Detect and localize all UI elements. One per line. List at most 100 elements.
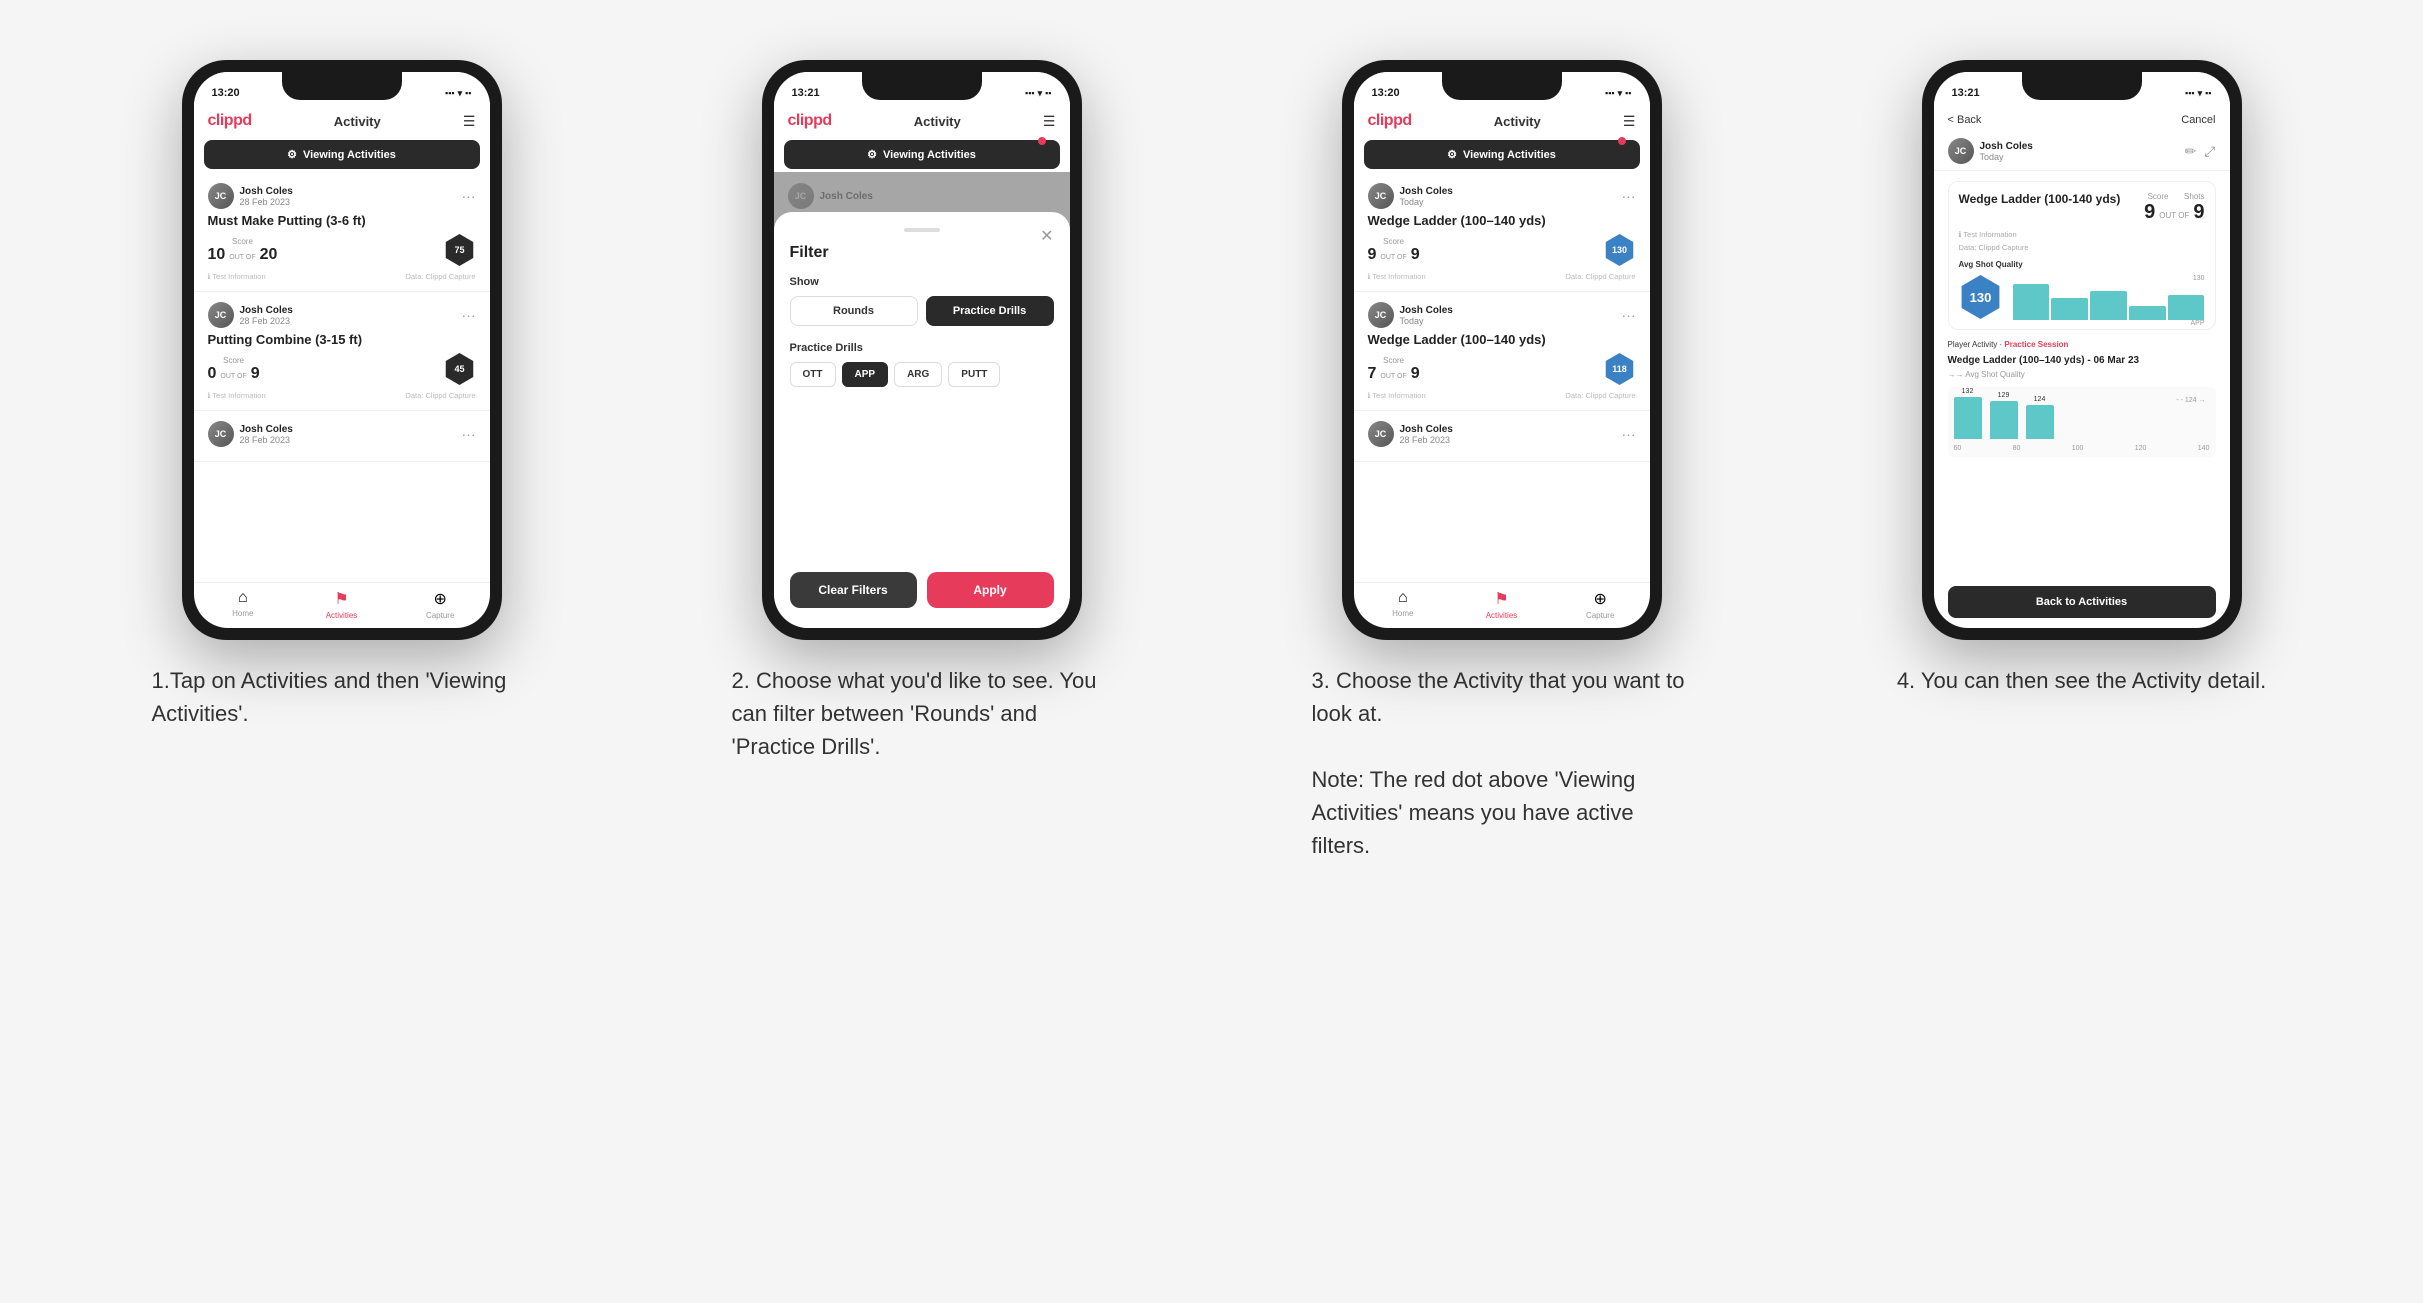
score-label-3-2: Score (1383, 356, 1404, 365)
activity-card-3-3[interactable]: JC Josh Coles 28 Feb 2023 ··· (1354, 411, 1650, 462)
outof-3-1: OUT OF (1380, 254, 1406, 261)
menu-icon-3[interactable]: ☰ (1623, 113, 1636, 130)
viewing-activities-btn-3[interactable]: ⚙ Viewing Activities (1364, 140, 1640, 169)
header-title-2: Activity (914, 114, 961, 129)
edit-icon-4[interactable]: ✏ (2185, 143, 2197, 160)
user-date-4: Today (1980, 152, 2033, 162)
close-icon-2[interactable]: ✕ (1040, 226, 1053, 246)
session-bar-1-4 (1954, 397, 1982, 439)
apply-btn-2[interactable]: Apply (927, 572, 1054, 608)
back-activities-btn-4[interactable]: Back to Activities (1948, 586, 2216, 618)
tab-practice-drills-2[interactable]: Practice Drills (926, 296, 1054, 326)
sq-badge-1-1: 75 (444, 234, 476, 266)
red-dot-2 (1038, 137, 1046, 145)
step-2: 13:21 ▪▪▪ ▾ ▪▪ clippd Activity ☰ ⚙ Viewi… (632, 60, 1212, 763)
user-info-1-1: JC Josh Coles 28 Feb 2023 (208, 183, 293, 209)
drill-app-2[interactable]: APP (842, 362, 889, 387)
more-btn-3-3[interactable]: ··· (1622, 426, 1636, 442)
battery-icon-2: ▪▪ (1045, 88, 1051, 98)
drill-arg-2[interactable]: ARG (894, 362, 942, 387)
caption-step-2: 2. (732, 668, 756, 693)
sq-hex-4: 130 (1959, 275, 2003, 319)
shots-value-3-1: 9 (1411, 246, 1420, 264)
status-time-4: 13:21 (1952, 87, 1980, 99)
sq-badge-3-2: 118 (1604, 353, 1636, 385)
cancel-btn-4[interactable]: Cancel (2181, 114, 2215, 126)
detail-card-4: Wedge Ladder (100-140 yds) Score Shots 9… (1948, 181, 2216, 330)
viewing-activities-btn-2[interactable]: ⚙ Viewing Activities (784, 140, 1060, 169)
caption-3: 3. Choose the Activity that you want to … (1312, 664, 1692, 862)
viewing-label-2: Viewing Activities (883, 149, 976, 161)
activity-card-3-1[interactable]: JC Josh Coles Today ··· Wedge Ladder (10… (1354, 173, 1650, 292)
data-source-1-2: Data: Clippd Capture (405, 391, 475, 400)
bottom-nav-1: ⌂ Home ⚑ Activities ⊕ Capture (194, 582, 490, 628)
user-name-1-2: Josh Coles (240, 305, 293, 316)
activity-card-1-3[interactable]: JC Josh Coles 28 Feb 2023 ··· (194, 411, 490, 462)
more-btn-1-1[interactable]: ··· (462, 188, 476, 204)
logo-3: clippd (1368, 112, 1412, 130)
nav-activities-3[interactable]: ⚑ Activities (1452, 589, 1551, 620)
nav-home-3[interactable]: ⌂ Home (1354, 589, 1453, 620)
more-btn-1-3[interactable]: ··· (462, 426, 476, 442)
avg-sq-label-4: Avg Shot Quality (1959, 260, 2205, 269)
step-1: 13:20 ▪▪▪ ▾ ▪▪ clippd Activity ☰ ⚙ Viewi… (52, 60, 632, 730)
menu-icon-1[interactable]: ☰ (463, 113, 476, 130)
avg-sq-4: Avg Shot Quality 130 130 (1959, 260, 2205, 319)
outof-1-2: OUT OF (220, 373, 246, 380)
status-time-3: 13:20 (1372, 87, 1400, 99)
status-time-1: 13:20 (212, 87, 240, 99)
score-value-3-1: 9 (1368, 246, 1377, 264)
menu-icon-2[interactable]: ☰ (1043, 113, 1056, 130)
activity-title-1-2: Putting Combine (3-15 ft) (208, 332, 476, 347)
expand-icon-4[interactable]: ⤢ (2204, 143, 2215, 160)
wifi-icon-2: ▾ (1038, 88, 1043, 99)
activity-card-1-1[interactable]: JC Josh Coles 28 Feb 2023 ··· Must Make … (194, 173, 490, 292)
info-row-4: ℹ Test Information (1959, 230, 2205, 239)
drill-putt-2[interactable]: PUTT (948, 362, 1000, 387)
phone-1: 13:20 ▪▪▪ ▾ ▪▪ clippd Activity ☰ ⚙ Viewi… (182, 60, 502, 640)
clear-filters-btn-2[interactable]: Clear Filters (790, 572, 917, 608)
activities-icon-3: ⚑ (1494, 589, 1508, 609)
outof-3-2: OUT OF (1380, 373, 1406, 380)
chart-bar-2-4 (2051, 298, 2088, 320)
detail-header-4: < Back Cancel (1934, 108, 2230, 132)
header-title-3: Activity (1494, 114, 1541, 129)
drill-types-2: OTT APP ARG PUTT (790, 362, 1054, 387)
tab-rounds-2[interactable]: Rounds (790, 296, 918, 326)
session-chart-4: 132 129 124 - - 1 (1948, 387, 2216, 457)
info-3-1: ℹ Test Information (1368, 272, 1426, 281)
status-icons-4: ▪▪▪ ▾ ▪▪ (2185, 88, 2212, 99)
activity-card-3-2[interactable]: JC Josh Coles Today ··· Wedge Ladder (10… (1354, 292, 1650, 411)
score-value-1-1: 10 (208, 246, 226, 264)
filter-title-2: Filter (790, 244, 1054, 262)
back-btn-4[interactable]: < Back (1948, 114, 1982, 126)
user-info-3-2: JC Josh Coles Today (1368, 302, 1453, 328)
phone-content-1: JC Josh Coles 28 Feb 2023 ··· Must Make … (194, 173, 490, 582)
user-name-1-3: Josh Coles (240, 424, 293, 435)
home-icon-3: ⌂ (1398, 589, 1408, 607)
chart-bar-4-4 (2129, 306, 2166, 320)
nav-home-1[interactable]: ⌂ Home (194, 589, 293, 620)
detail-score-4: 9 (2144, 201, 2155, 224)
phone-notch-2 (862, 72, 982, 100)
detail-content-4: Wedge Ladder (100-140 yds) Score Shots 9… (1934, 171, 2230, 586)
nav-capture-1[interactable]: ⊕ Capture (391, 589, 490, 620)
card-footer-1-1: ℹ Test Information Data: Clippd Capture (208, 272, 476, 281)
more-btn-1-2[interactable]: ··· (462, 307, 476, 323)
drill-ott-2[interactable]: OTT (790, 362, 836, 387)
user-info-1-3: JC Josh Coles 28 Feb 2023 (208, 421, 293, 447)
card-footer-1-2: ℹ Test Information Data: Clippd Capture (208, 391, 476, 400)
viewing-activities-btn-1[interactable]: ⚙ Viewing Activities (204, 140, 480, 169)
card-footer-3-1: ℹ Test Information Data: Clippd Capture (1368, 272, 1636, 281)
user-date-1-3: 28 Feb 2023 (240, 435, 293, 445)
user-date-3-2: Today (1400, 316, 1453, 326)
modal-handle-2 (904, 228, 940, 232)
nav-capture-3[interactable]: ⊕ Capture (1551, 589, 1650, 620)
signal-icon-3: ▪▪▪ (1605, 88, 1615, 98)
more-btn-3-2[interactable]: ··· (1622, 307, 1636, 323)
sq-badge-3-1: 130 (1604, 234, 1636, 266)
session-label-4: Player Activity · Practice Session (1948, 340, 2216, 349)
activity-card-1-2[interactable]: JC Josh Coles 28 Feb 2023 ··· Putting Co… (194, 292, 490, 411)
more-btn-3-1[interactable]: ··· (1622, 188, 1636, 204)
nav-activities-1[interactable]: ⚑ Activities (292, 589, 391, 620)
